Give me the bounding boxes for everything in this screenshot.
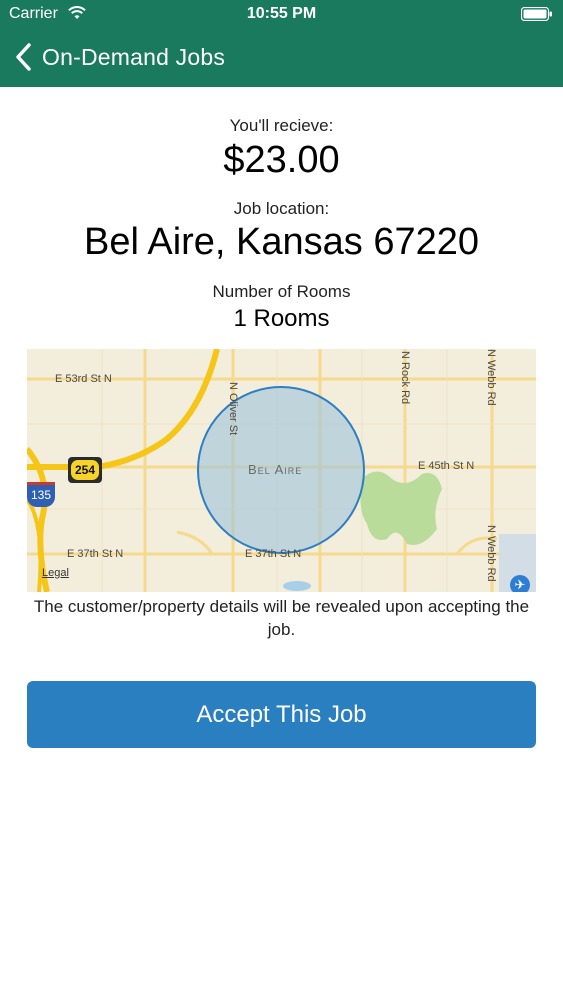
route-135-label: 135 [30,488,52,502]
route-254-shield-icon: 254 [68,457,102,483]
receive-label: You'll recieve: [229,116,334,135]
chevron-left-icon [16,43,31,71]
street-label-webb-top: N Webb Rd [485,349,497,406]
job-location-map[interactable]: E 53rd St N E 45th St N E 37th St N E 37… [27,349,536,592]
street-label-webb-bottom: N Webb Rd [485,525,497,582]
airport-icon: ✈ [510,575,530,592]
interstate-135-shield-icon: 135 [27,482,55,507]
back-button[interactable]: On-Demand Jobs [14,38,225,76]
payout-amount: $23.00 [223,139,340,181]
battery-icon [521,7,552,21]
job-location: Bel Aire, Kansas 67220 [83,221,480,263]
street-label-e53rd: E 53rd St N [55,373,112,385]
street-label-e37th-west: E 37th St N [67,548,124,560]
rooms-label: Number of Rooms [212,282,351,301]
status-bar: Carrier 10:55 PM [0,0,563,30]
street-label-e45th: E 45th St N [418,460,475,472]
location-label: Job location: [233,199,330,218]
route-254-label: 254 [71,460,99,480]
city-label: Bel Aire [248,462,303,477]
disclaimer-text: The customer/property details will be re… [33,597,530,639]
navigation-header: Carrier 10:55 PM On-Demand Jobs [0,0,563,87]
job-detail-screen: Carrier 10:55 PM On-Demand Jobs You'll r… [0,0,563,1000]
map-legal-link[interactable]: Legal [42,567,69,579]
back-button-label: On-Demand Jobs [42,43,226,70]
status-time: 10:55 PM [246,5,317,22]
accept-job-button[interactable]: Accept This Job [27,681,536,748]
rooms-count: 1 Rooms [233,305,330,332]
street-label-e37th-center: E 37th St N [245,548,302,560]
street-label-rock: N Rock Rd [399,351,411,405]
street-label-oliver: N Oliver St [227,382,239,436]
